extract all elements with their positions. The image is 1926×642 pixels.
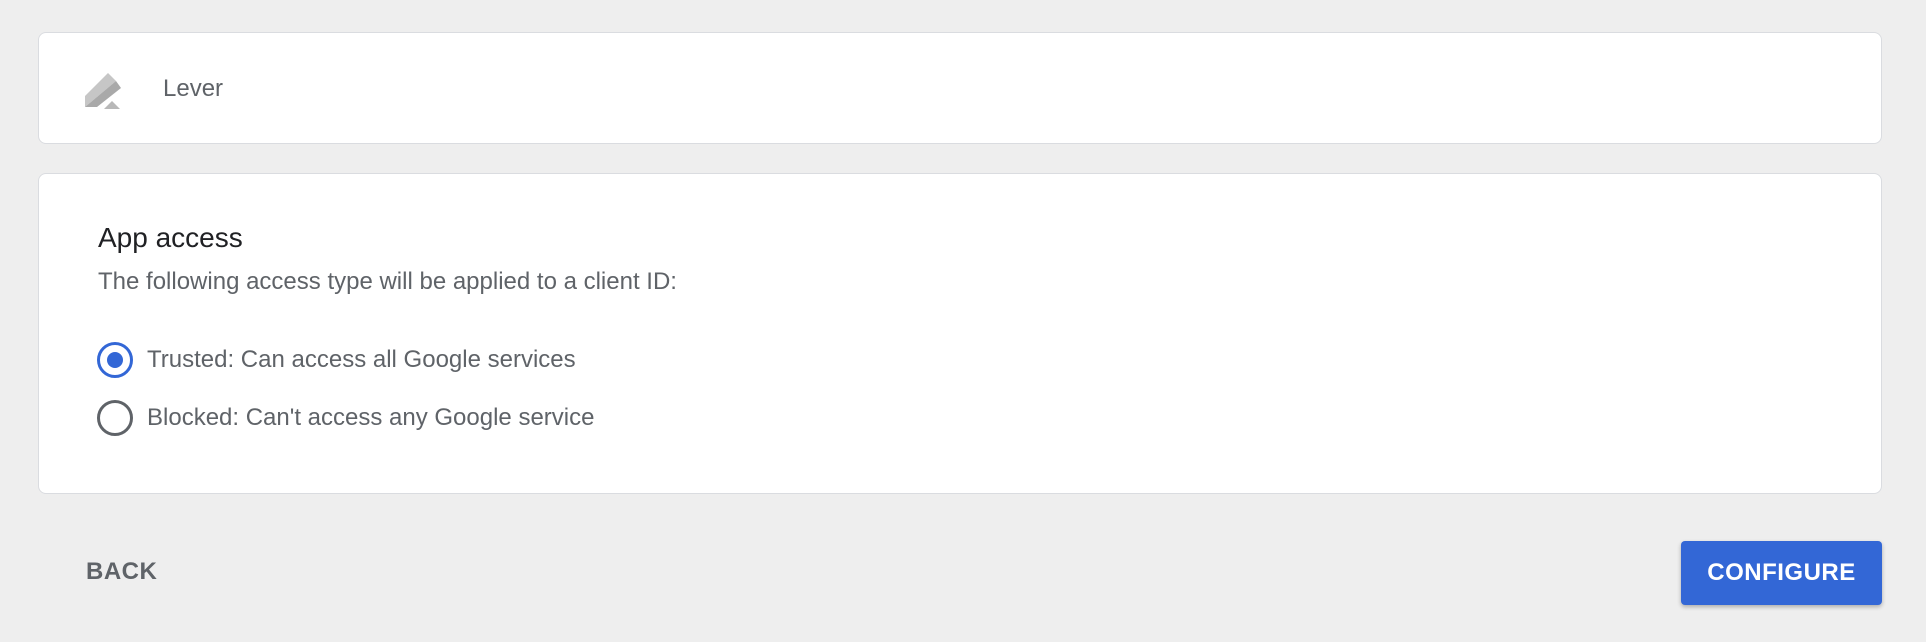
app-name: Lever xyxy=(163,75,224,102)
section-description: The following access type will be applie… xyxy=(98,268,677,295)
radio-blocked[interactable] xyxy=(97,400,133,436)
radio-option-trusted[interactable]: Trusted: Can access all Google services xyxy=(97,342,576,378)
radio-label-blocked: Blocked: Can't access any Google service xyxy=(147,404,595,431)
section-title: App access xyxy=(98,222,243,253)
configure-button[interactable]: CONFIGURE xyxy=(1681,541,1882,605)
radio-label-trusted: Trusted: Can access all Google services xyxy=(147,346,576,373)
app-card: Lever xyxy=(38,32,1882,144)
radio-trusted[interactable] xyxy=(97,342,133,378)
back-button[interactable]: BACK xyxy=(66,544,177,600)
app-access-card: App access The following access type wil… xyxy=(38,173,1882,494)
radio-option-blocked[interactable]: Blocked: Can't access any Google service xyxy=(97,400,594,436)
lever-logo-icon xyxy=(83,69,123,109)
